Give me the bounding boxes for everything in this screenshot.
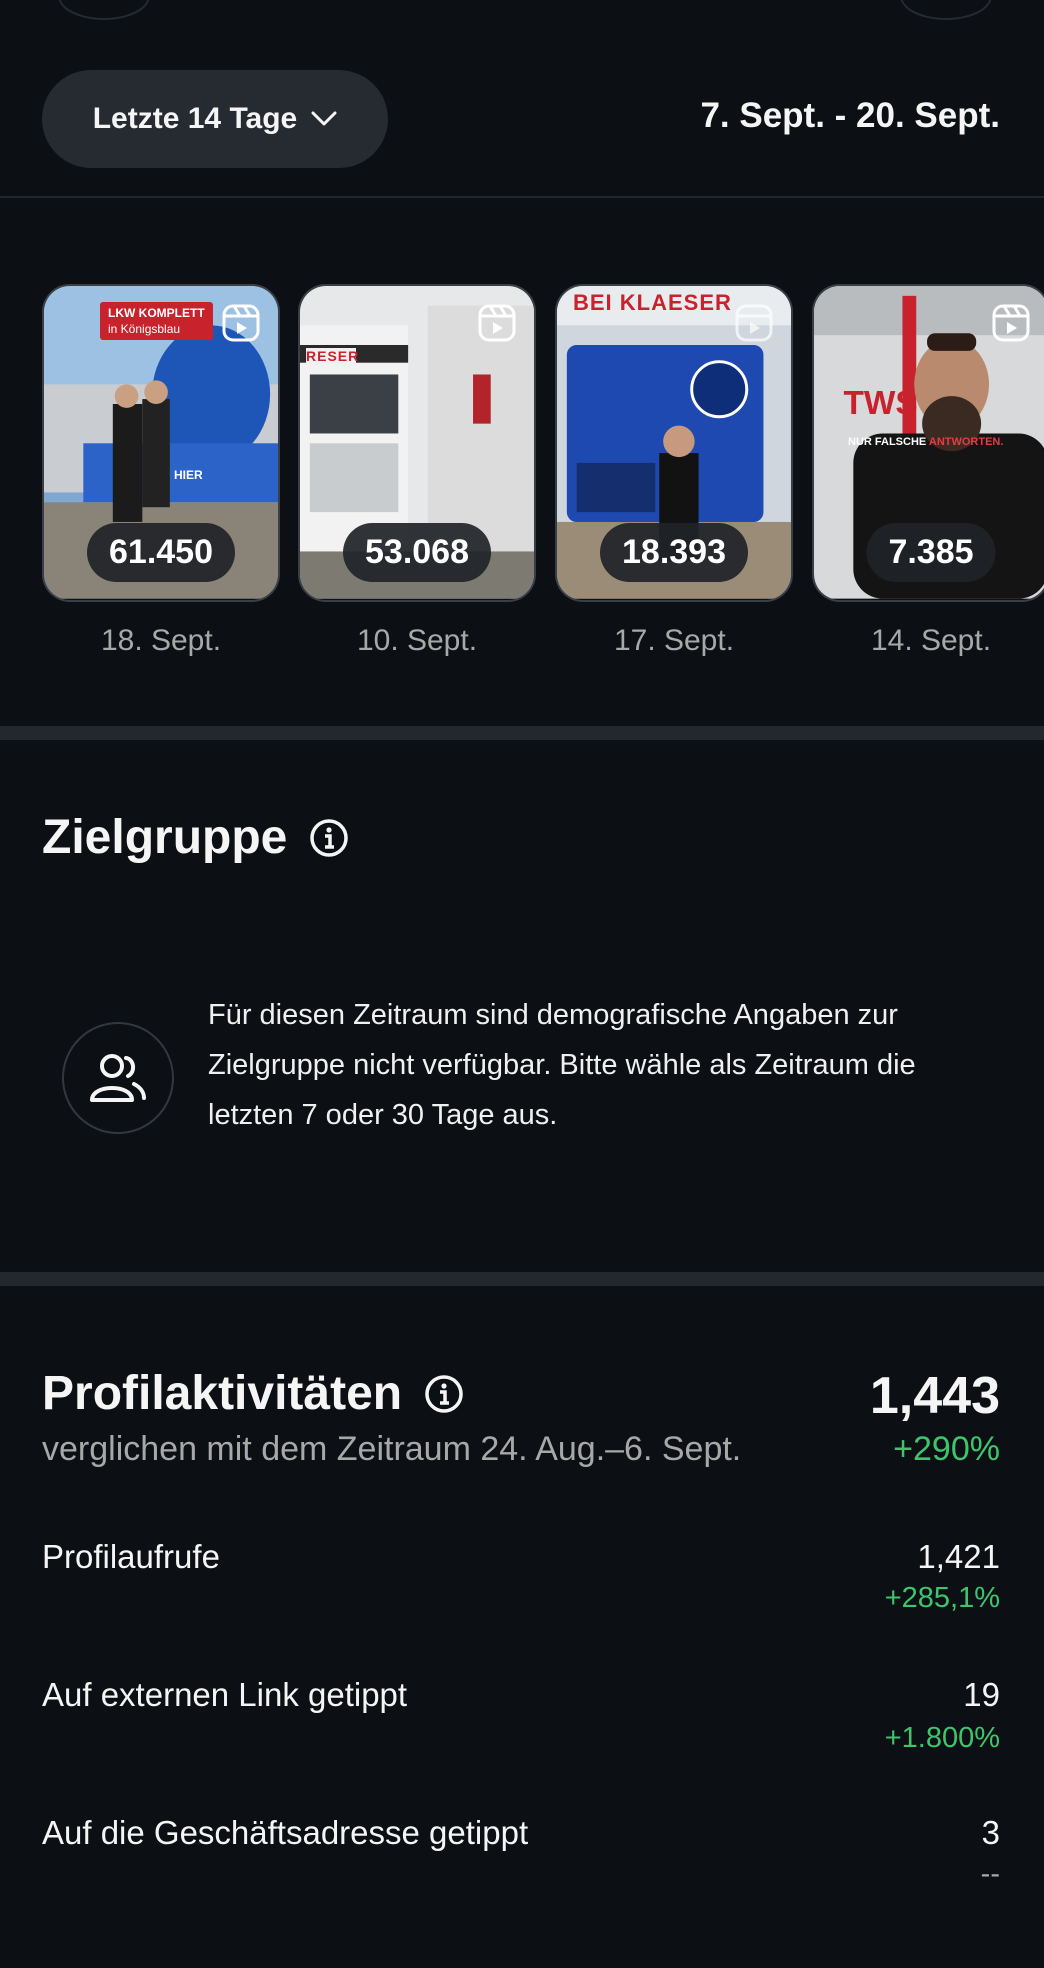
info-icon[interactable] (309, 818, 349, 858)
metric-label: Auf die Geschäftsadresse getippt (42, 1814, 529, 1851)
metric-value: 3 (981, 1814, 1000, 1851)
reel-views: 7.385 (866, 523, 996, 582)
metric-change: +285,1% (884, 1582, 1000, 1614)
reel-date: 14. Sept. (870, 624, 992, 657)
reel-1-caption: HIER (174, 468, 203, 482)
comparison-period: verglichen mit dem Zeitraum 24. Aug.–6. … (42, 1430, 742, 1468)
divider (0, 196, 1044, 198)
reel-thumbnail[interactable]: TWS NUR FALSCHE ANTWORTEN. 7.385 (812, 284, 1044, 602)
date-range-dropdown[interactable]: Letzte 14 Tage (42, 70, 388, 168)
profile-activity-title: Profilaktivitäten (42, 1367, 403, 1420)
reel-card[interactable]: LKW KOMPLETT in Königsblau HIER 61.450 1… (42, 284, 280, 658)
reel-date: 18. Sept. (100, 624, 222, 657)
reels-icon (735, 304, 773, 342)
reel-views: 61.450 (87, 523, 235, 582)
reel-date: 10. Sept. (356, 624, 478, 657)
reels-icon (478, 304, 516, 342)
date-range-text: 7. Sept. - 20. Sept. (700, 96, 1000, 135)
top-reels-carousel[interactable]: LKW KOMPLETT in Königsblau HIER 61.450 1… (42, 284, 1044, 684)
reel-date: 17. Sept. (613, 624, 735, 657)
metric-label: Profilaufrufe (42, 1538, 220, 1575)
audience-section-title: Zielgruppe (42, 810, 349, 865)
svg-text:TWS: TWS (843, 385, 917, 422)
chevron-down-icon (311, 111, 337, 126)
metric-value: 19 (963, 1676, 1000, 1713)
metric-change: -- (980, 1858, 1000, 1890)
reel-card[interactable]: RESER 53.068 10. Sept. (298, 284, 536, 658)
reel-2-text: RESER (306, 348, 360, 364)
reel-thumbnail[interactable]: LKW KOMPLETT in Königsblau HIER 61.450 (42, 284, 280, 602)
reel-card[interactable]: TWS NUR FALSCHE ANTWORTEN. 7.385 14. Sep… (812, 284, 1044, 658)
section-divider (0, 726, 1044, 740)
reel-card[interactable]: BEI KLAESER 18.393 17. Sept. (555, 284, 793, 658)
reel-4-caption: NUR FALSCHE ANTWORTEN. (848, 436, 1004, 448)
reels-icon (222, 304, 260, 342)
metric-change: +1.800% (884, 1722, 1000, 1754)
metric-value: 1,421 (917, 1538, 1000, 1575)
top-left-button-edge (58, 0, 150, 20)
info-icon[interactable] (424, 1374, 464, 1414)
audience-people-icon-wrapper (62, 1022, 174, 1134)
reel-views: 53.068 (343, 523, 491, 582)
reel-thumbnail[interactable]: RESER 53.068 (298, 284, 536, 602)
reels-icon (992, 304, 1030, 342)
profile-activity-total-change: +290% (893, 1430, 1000, 1468)
profile-activity-section-title: Profilaktivitäten (42, 1366, 464, 1421)
reel-views: 18.393 (600, 523, 748, 582)
people-icon (90, 1054, 146, 1102)
reel-1-banner: LKW KOMPLETT in Königsblau (100, 302, 213, 340)
section-divider (0, 1272, 1044, 1286)
audience-unavailable-message: Für diesen Zeitraum sind demografische A… (208, 999, 916, 1131)
profile-activity-total: 1,443 (869, 1367, 1000, 1425)
metric-label: Auf externen Link getippt (42, 1676, 408, 1713)
top-right-button-edge (900, 0, 992, 20)
reel-thumbnail[interactable]: BEI KLAESER 18.393 (555, 284, 793, 602)
audience-title: Zielgruppe (42, 811, 288, 864)
date-range-label: Letzte 14 Tage (92, 102, 298, 135)
